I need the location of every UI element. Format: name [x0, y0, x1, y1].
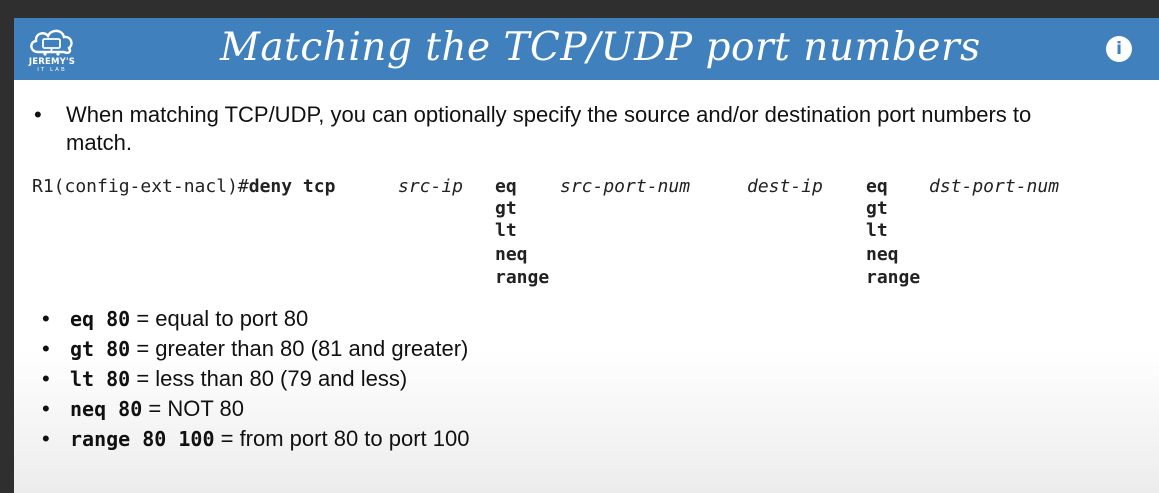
- bullet-dot: •: [42, 336, 50, 361]
- dst-op-neq: neq: [866, 244, 899, 265]
- bullet-dot: •: [42, 366, 50, 391]
- src-op-eq: eq: [495, 176, 517, 197]
- dst-op-gt: gt: [866, 198, 888, 219]
- example-desc: = from port 80 to port 100: [214, 426, 470, 451]
- example-desc: = NOT 80: [142, 396, 244, 421]
- command-line: R1(config-ext-nacl)#deny tcp: [32, 175, 335, 199]
- src-op-neq: neq: [495, 244, 528, 265]
- example-desc: = equal to port 80: [130, 306, 309, 331]
- example-code: range 80 100: [70, 427, 215, 451]
- slide-title: Matching the TCP/UDP port numbers: [220, 25, 981, 70]
- example-item: • eq 80 = equal to port 80: [42, 304, 469, 334]
- example-code: neq 80: [70, 397, 143, 421]
- info-icon-glyph: i: [1116, 39, 1122, 59]
- example-code: eq 80: [70, 307, 131, 331]
- cli-keyword: deny tcp: [248, 176, 336, 197]
- src-op-gt: gt: [495, 198, 517, 219]
- intro-text: When matching TCP/UDP, you can optionall…: [66, 102, 1032, 155]
- dst-op-lt: lt: [866, 220, 888, 241]
- title-bar: JEREMY'S IT LAB Matching the TCP/UDP por…: [14, 18, 1159, 80]
- bullet-dot: •: [42, 426, 50, 451]
- cli-prompt: R1(config-ext-nacl)#: [32, 176, 249, 197]
- bullet-dot: •: [42, 396, 50, 421]
- examples-list: • eq 80 = equal to port 80 • gt 80 = great…: [42, 304, 469, 454]
- example-item: • range 80 100 = from port 80 to port 100: [42, 424, 469, 454]
- logo-text: JEREMY'S IT LAB: [24, 58, 80, 74]
- logo-line-1: JEREMY'S: [28, 57, 76, 67]
- example-item: • neq 80 = NOT 80: [42, 394, 469, 424]
- bullet-dot: •: [34, 102, 42, 127]
- jeremys-it-lab-logo: JEREMY'S IT LAB: [24, 24, 80, 76]
- dst-op-eq: eq: [866, 176, 888, 197]
- logo-line-2: IT LAB: [37, 67, 67, 73]
- example-item: • gt 80 = greater than 80 (81 and greater…: [42, 334, 469, 364]
- example-desc: = greater than 80 (81 and greater): [130, 336, 469, 361]
- src-ip-arg: src-ip: [398, 176, 464, 197]
- dst-port-arg: dst-port-num: [929, 176, 1060, 197]
- src-op-lt: lt: [495, 220, 517, 241]
- example-code: gt 80: [70, 337, 131, 361]
- src-op-range: range: [495, 267, 550, 288]
- slide: JEREMY'S IT LAB Matching the TCP/UDP por…: [14, 18, 1159, 493]
- bullet-dot: •: [42, 306, 50, 331]
- cloud-network-icon: [30, 29, 73, 56]
- dst-op-range: range: [866, 267, 921, 288]
- example-desc: = less than 80 (79 and less): [130, 366, 408, 391]
- example-code: lt 80: [70, 367, 131, 391]
- src-port-arg: src-port-num: [560, 176, 691, 197]
- example-item: • lt 80 = less than 80 (79 and less): [42, 364, 469, 394]
- dest-ip-arg: dest-ip: [747, 176, 823, 197]
- info-icon[interactable]: i: [1106, 36, 1132, 62]
